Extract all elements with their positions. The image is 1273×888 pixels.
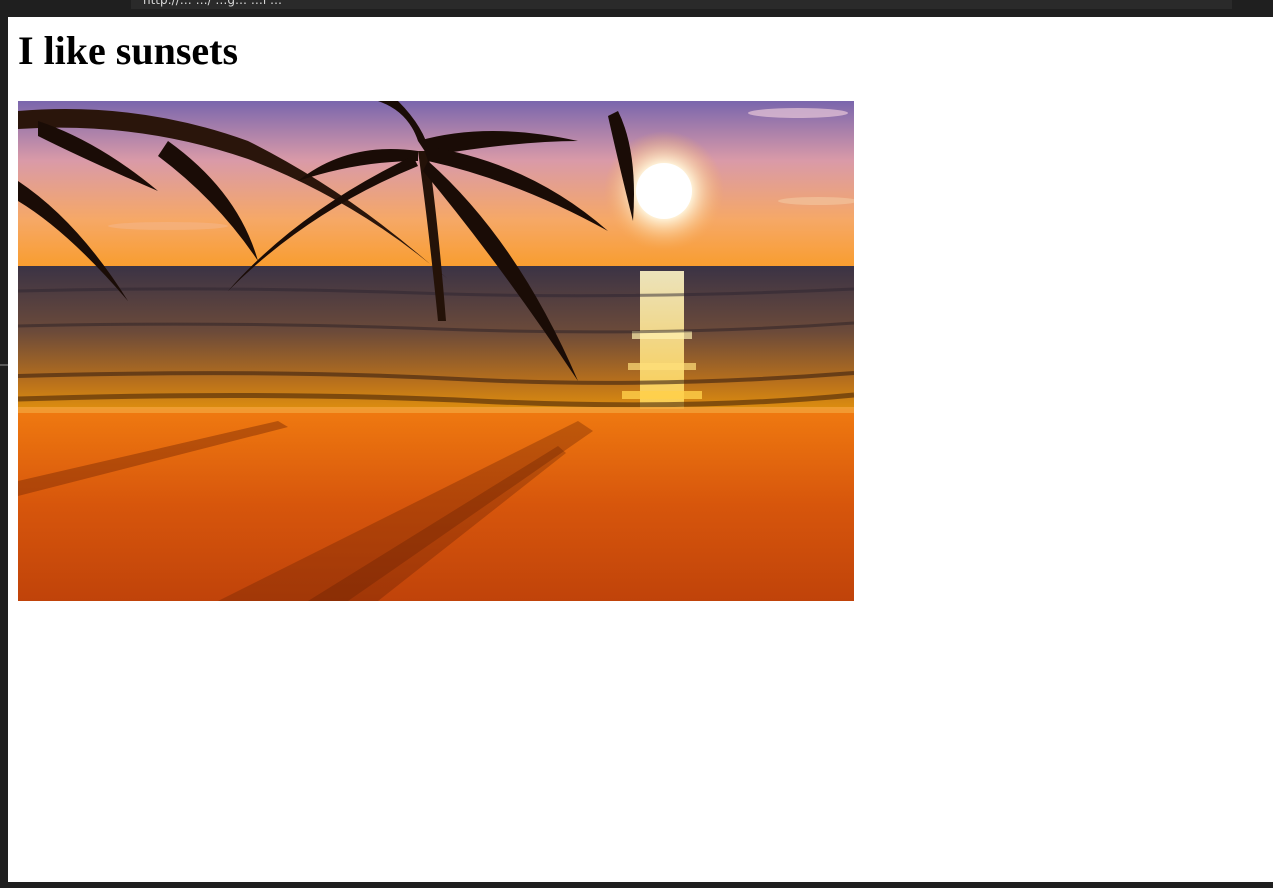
page-viewport: I like sunsets [8, 17, 1273, 882]
address-bar[interactable]: http://… …/ …g… …l … [131, 0, 1232, 9]
window-resize-handle[interactable] [0, 364, 8, 366]
page-title: I like sunsets [18, 28, 239, 73]
sun [636, 163, 692, 219]
sunset-image [18, 101, 854, 601]
window-left-border [0, 17, 8, 882]
window-bottom-border [0, 882, 1273, 888]
browser-chrome: http://… …/ …g… …l … [0, 0, 1273, 17]
